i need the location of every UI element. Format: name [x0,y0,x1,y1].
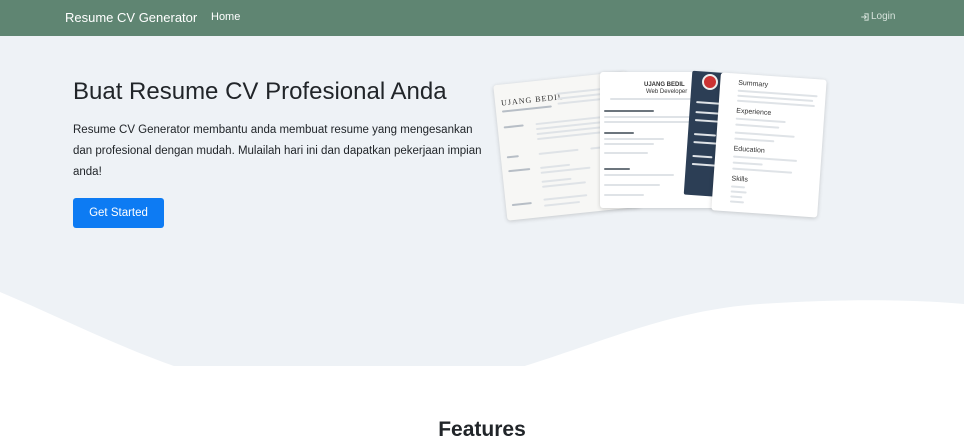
login-label: Login [871,11,896,22]
preview-experience: Experience [736,107,772,118]
login-icon [861,12,869,21]
resume-preview-collage: UJANG BEDIL UJANG BEDIL Web Developer Su… [493,68,827,221]
navbar-brand[interactable]: Resume CV Generator [65,10,197,25]
hero-title: Buat Resume CV Profesional Anda [73,78,447,105]
get-started-button[interactable]: Get Started [73,198,164,228]
preview-avatar [702,74,718,90]
features-heading: Features [438,418,526,441]
resume-preview-creative: Summary Experience Education Skills [711,72,827,218]
preview-name: UJANG BEDIL [500,92,565,108]
preview-summary: Summary [737,79,769,89]
nav-link-login[interactable]: Login [860,11,895,22]
hero-wave [0,292,964,412]
hero-description: Resume CV Generator membantu anda membua… [73,124,482,178]
preview-role: Web Developer [646,89,688,95]
preview-education: Education [733,145,765,155]
preview-skills: Skills [731,175,749,184]
preview-name-2: UJANG BEDIL [644,82,685,88]
navbar: Resume CV Generator Home Login [0,0,964,36]
hero-section: Buat Resume CV Profesional Anda Resume C… [0,36,964,412]
nav-link-home[interactable]: Home [211,11,240,23]
